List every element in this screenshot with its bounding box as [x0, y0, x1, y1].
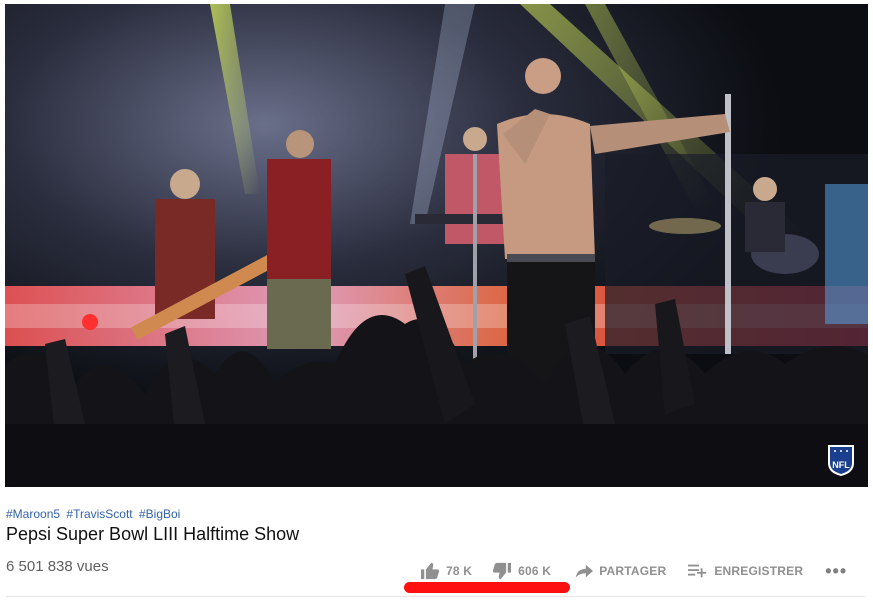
hashtag-maroon5[interactable]: #Maroon5: [6, 507, 60, 521]
share-arrow-icon: [575, 563, 594, 579]
video-title: Pepsi Super Bowl LIII Halftime Show: [6, 524, 300, 544]
divider: [6, 596, 865, 597]
more-actions-button[interactable]: •••: [825, 561, 847, 582]
save-label: ENREGISTRER: [714, 564, 804, 578]
playlist-add-icon: [688, 563, 708, 579]
like-count: 78 K: [446, 564, 473, 578]
hashtags: #Maroon5 #TravisScott #BigBoi: [6, 507, 183, 521]
video-frame: [5, 4, 868, 487]
dislike-count: 606 K: [518, 564, 552, 578]
save-button[interactable]: ENREGISTRER: [688, 563, 803, 579]
nfl-shield-icon: NFL: [826, 441, 856, 477]
dislike-button[interactable]: 606 K: [492, 562, 551, 580]
video-player[interactable]: NFL: [5, 4, 868, 487]
highlight-underline: [404, 582, 570, 593]
view-count: 6 501 838 vues: [6, 558, 109, 575]
thumbs-up-icon: [420, 562, 440, 580]
hashtag-bigboi[interactable]: #BigBoi: [139, 507, 180, 521]
action-bar: 78 K 606 K PARTAGER ENREGISTRER •••: [420, 560, 847, 582]
hashtag-travisscott[interactable]: #TravisScott: [66, 507, 132, 521]
share-button[interactable]: PARTAGER: [575, 563, 666, 579]
more-dots-icon: •••: [825, 560, 848, 581]
like-button[interactable]: 78 K: [420, 562, 472, 580]
nfl-badge-text: NFL: [832, 460, 850, 470]
thumbs-down-icon: [492, 562, 512, 580]
share-label: PARTAGER: [599, 564, 667, 578]
